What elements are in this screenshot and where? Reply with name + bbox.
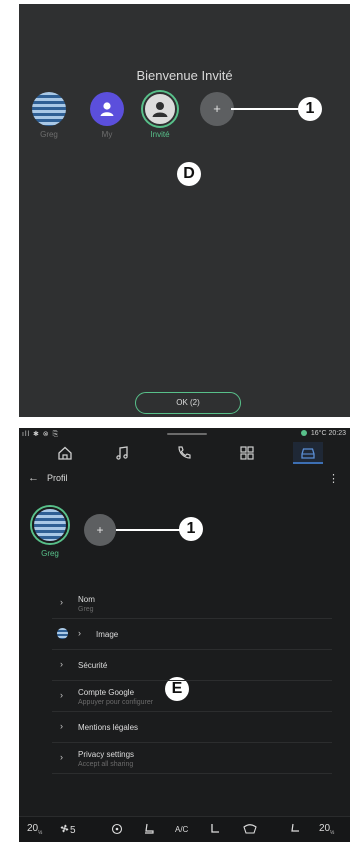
seat-heat-right-button[interactable] (289, 823, 301, 838)
steering-wheel-icon (111, 823, 123, 835)
menu-item-compte-google[interactable]: › Compte Google Appuyer pour configurer (52, 681, 332, 712)
ac-button[interactable]: A/C (175, 825, 188, 834)
temperature-left-half: ½ (38, 830, 43, 836)
fan-icon (60, 824, 69, 833)
seat-heat-button[interactable] (143, 823, 155, 838)
profile-name: Greg (41, 549, 59, 558)
top-navigation (19, 442, 350, 466)
climate-bar: 20½ 5 A/C 20½ (19, 816, 350, 842)
callout-line (231, 108, 301, 110)
menu-item-mentions-legales[interactable]: › Mentions légales (52, 712, 332, 743)
status-right: 16°C 20:23 (300, 430, 346, 437)
chevron-right-icon: › (60, 659, 63, 669)
page-header: ← Profil ⋮ (19, 470, 350, 490)
profile-menu: › Nom Greg › Image › Sécurité › Compte G… (52, 588, 332, 774)
status-dot-icon (300, 430, 307, 436)
menu-item-securite[interactable]: › Sécurité (52, 650, 332, 681)
menu-item-title: Compte Google (78, 688, 135, 697)
seat-icon (145, 823, 154, 834)
windshield-defrost-button[interactable] (243, 823, 257, 838)
temperature-right[interactable]: 20½ (319, 823, 334, 836)
profile-avatar-invite (143, 92, 177, 126)
fan-speed-value: 5 (70, 825, 76, 836)
status-icons: ıll ✱ ⊗ ⎘ (22, 431, 60, 438)
profile-avatar-my (90, 92, 124, 126)
menu-item-title: Sécurité (78, 661, 108, 670)
profile-image-thumbnail (57, 628, 68, 639)
menu-item-subtitle: Accept all sharing (78, 761, 134, 768)
menu-item-image[interactable]: › Image (52, 619, 332, 650)
music-icon (116, 446, 128, 460)
temperature-right-value: 20 (319, 823, 331, 834)
add-profile-button[interactable]: + (84, 514, 116, 546)
menu-item-title: Nom (78, 595, 95, 604)
nav-home[interactable] (50, 442, 80, 464)
temperature-right-half: ½ (330, 830, 335, 836)
page-title: Profil (47, 473, 68, 483)
person-icon (100, 102, 114, 116)
callout-1: 1 (179, 517, 203, 541)
seat-button[interactable] (209, 823, 221, 838)
menu-item-title: Mentions légales (78, 723, 139, 732)
clock: 20:23 (328, 430, 346, 437)
home-icon (58, 446, 72, 460)
drag-handle[interactable] (167, 433, 207, 435)
profile-settings-screen: ıll ✱ ⊗ ⎘ 16°C 20:23 ← Profil ⋮ Greg + 1… (19, 428, 350, 842)
menu-item-nom[interactable]: › Nom Greg (52, 588, 332, 619)
callout-line (116, 529, 182, 531)
ok-button[interactable]: OK (2) (135, 392, 241, 414)
nav-car[interactable] (293, 442, 323, 464)
callout-1: 1 (298, 97, 322, 121)
profile-label-my: My (101, 130, 113, 139)
chevron-right-icon: › (60, 752, 63, 762)
fan-speed[interactable]: 5 (59, 823, 76, 836)
temperature-left[interactable]: 20½ (27, 823, 42, 836)
seat-icon (211, 824, 219, 833)
profile-selection-screen: Bienvenue Invité Greg My Invité + 1 D OK… (19, 4, 350, 417)
profile-greg[interactable]: Greg (26, 92, 72, 139)
chevron-right-icon: › (60, 597, 63, 607)
menu-item-title: Image (96, 630, 119, 639)
temperature-left-value: 20 (27, 823, 39, 834)
profile-label-greg: Greg (40, 130, 58, 139)
defrost-icon (243, 824, 257, 834)
menu-item-subtitle: Greg (78, 606, 94, 613)
nav-apps[interactable] (232, 442, 262, 464)
profile-avatar[interactable] (32, 507, 68, 543)
recirculation-button[interactable] (111, 823, 123, 838)
person-icon (152, 102, 168, 117)
chevron-right-icon: › (60, 690, 63, 700)
menu-item-privacy-settings[interactable]: › Privacy settings Accept all sharing (52, 743, 332, 774)
chevron-right-icon: › (78, 628, 81, 638)
profile-invite[interactable]: Invité (137, 92, 183, 139)
plus-icon: + (200, 92, 234, 126)
menu-item-subtitle: Appuyer pour configurer (78, 699, 154, 706)
callout-d: D (177, 162, 201, 186)
profile-avatar-greg (32, 92, 66, 126)
nav-phone[interactable] (169, 442, 199, 464)
status-bar: ıll ✱ ⊗ ⎘ 16°C 20:23 (19, 428, 350, 442)
nav-music[interactable] (107, 442, 137, 464)
back-arrow-icon[interactable]: ← (28, 472, 39, 484)
profile-label-invite: Invité (150, 130, 170, 139)
menu-item-title: Privacy settings (78, 750, 135, 759)
phone-icon (178, 446, 191, 459)
apps-icon (240, 446, 254, 460)
chevron-right-icon: › (60, 721, 63, 731)
profile-my[interactable]: My (84, 92, 130, 139)
car-icon (301, 448, 315, 459)
more-options-icon[interactable]: ⋮ (328, 472, 339, 485)
heated-seat-icon (291, 823, 299, 832)
welcome-title: Bienvenue Invité (136, 68, 233, 83)
outside-temperature: 16°C (310, 430, 327, 437)
